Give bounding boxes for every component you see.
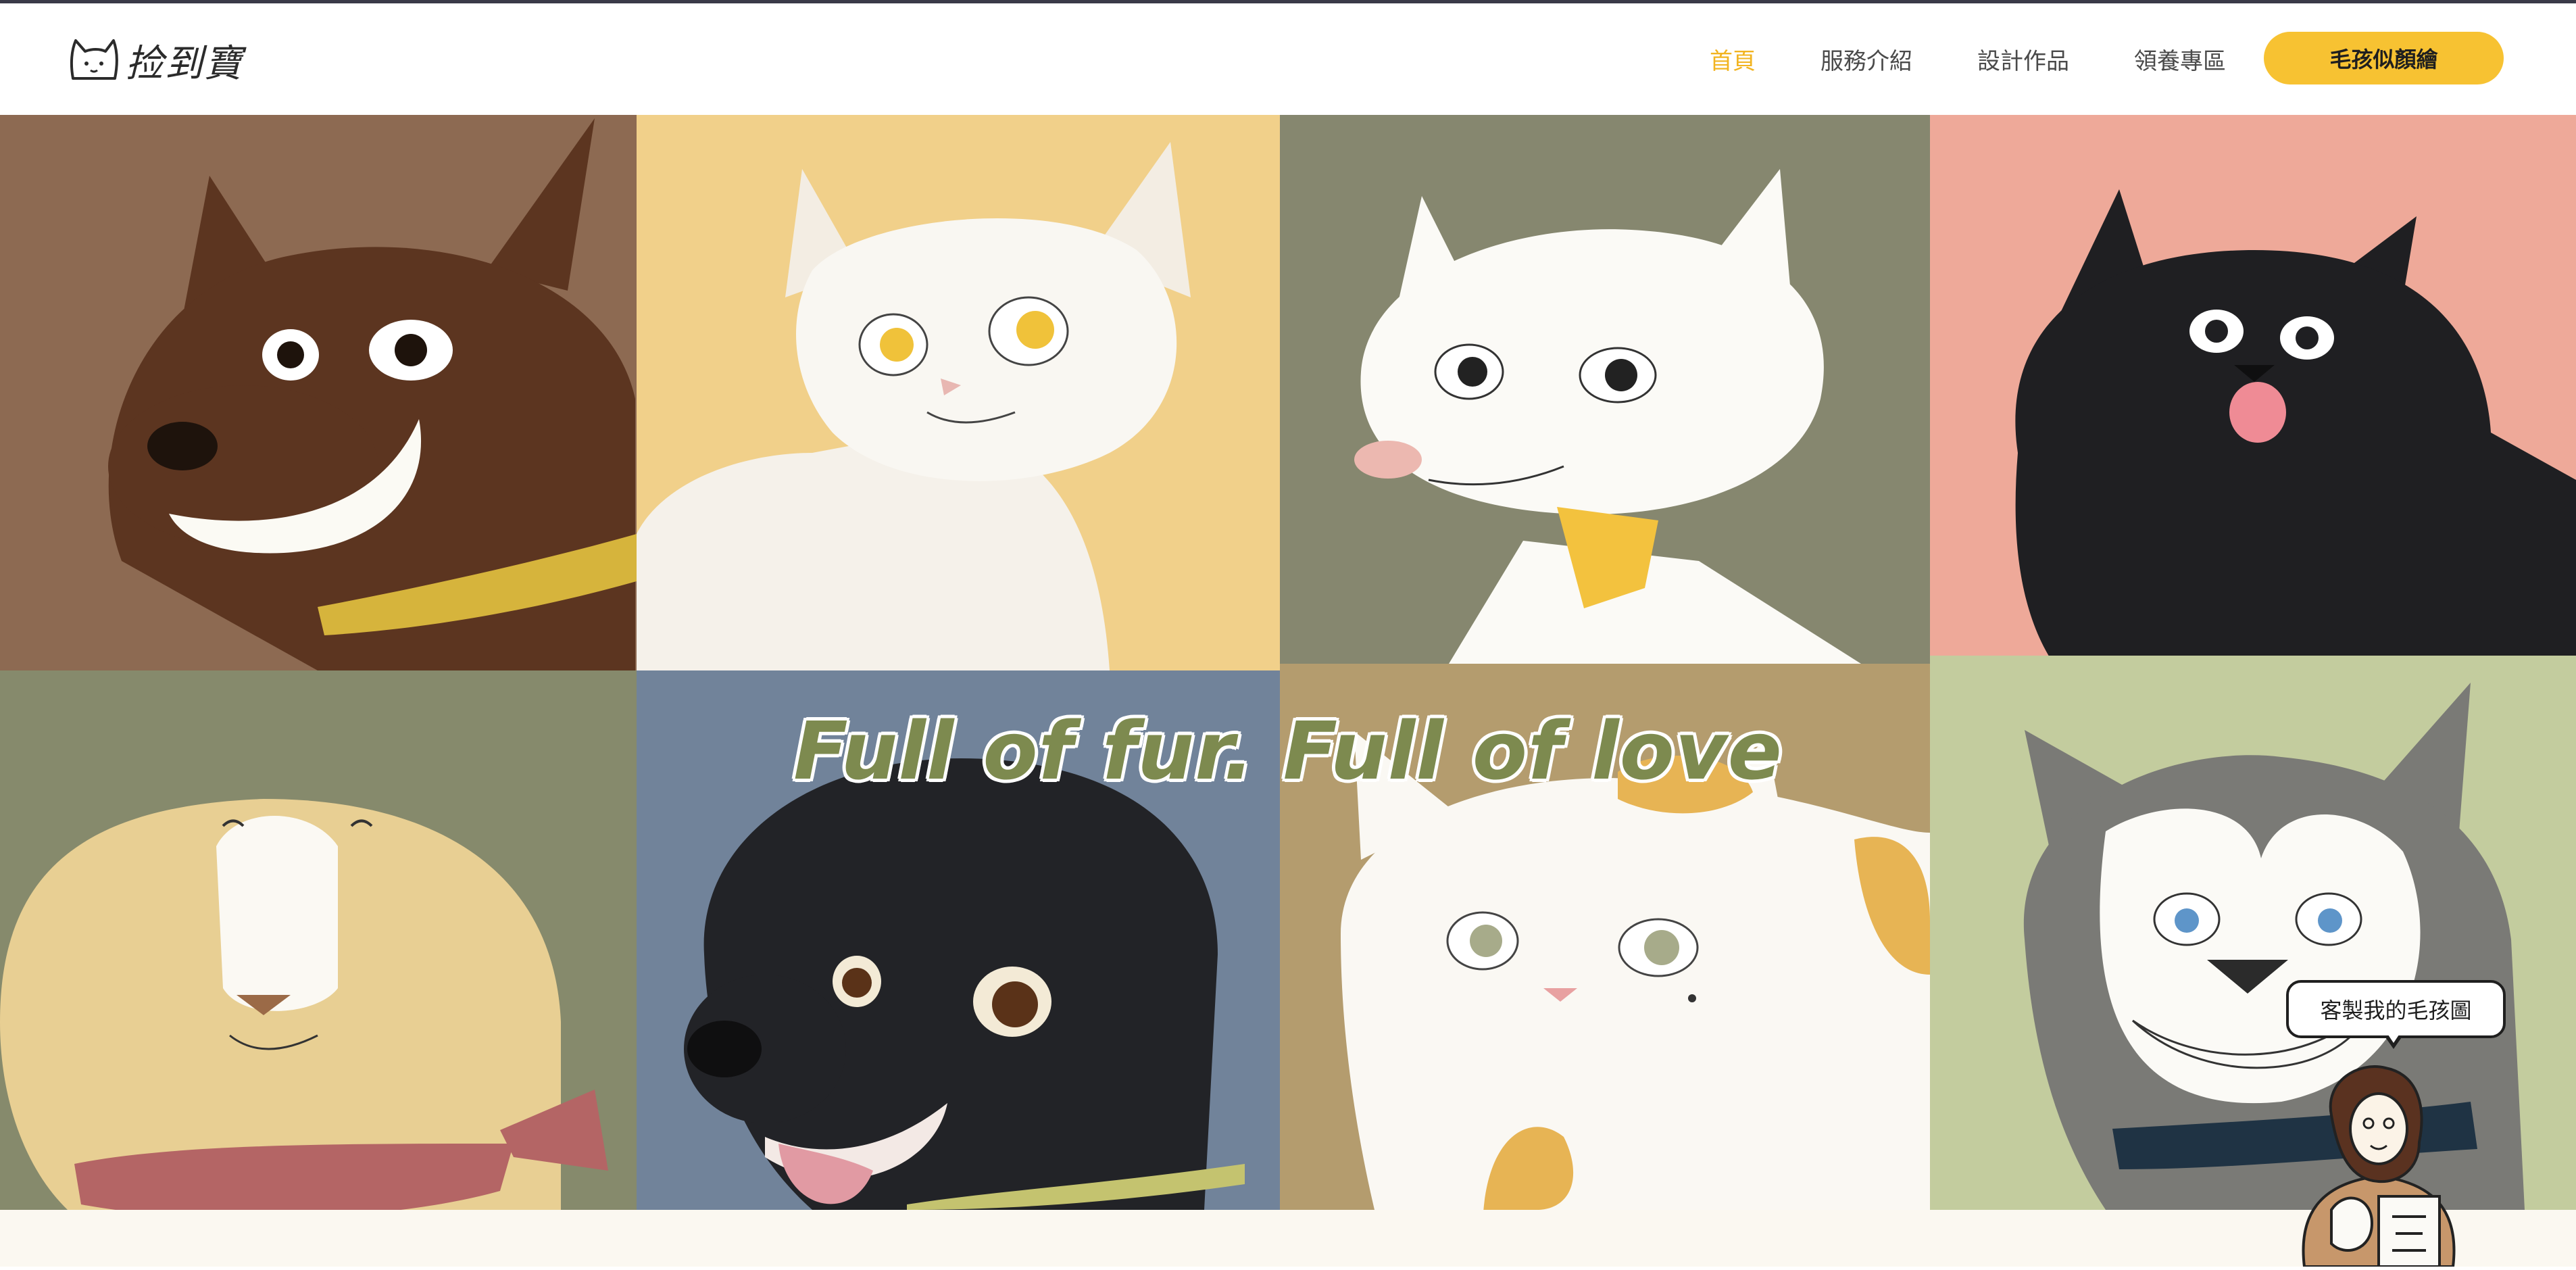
artist-avatar-icon [2302, 1065, 2456, 1268]
hero-tile-white-cat [637, 115, 1280, 670]
nav-item-services[interactable]: 服務介紹 [1820, 43, 1912, 76]
cat-face-logo-icon [70, 39, 118, 80]
site-logo[interactable]: 捡到寶 [68, 32, 243, 89]
black-dog-illustration [1930, 115, 2576, 670]
brown-dog-illustration [0, 115, 637, 670]
site-header: 捡到寶 首頁 服務介紹 設計作品 領養專區 毛孩似顏繪 [0, 3, 2576, 115]
pet-portrait-cta-button[interactable]: 毛孩似顏繪 [2264, 32, 2504, 84]
artist-avatar-button[interactable] [2284, 1054, 2473, 1268]
custom-portrait-chat-bubble[interactable]: 客製我的毛孩圖 [2286, 980, 2506, 1038]
hero-tagline: Full of fur. Full of love [793, 704, 1783, 798]
white-cat-illustration [637, 115, 1280, 670]
page-section-divider [0, 1210, 2576, 1267]
hero-banner: Full of fur. Full of love [0, 115, 2576, 1210]
main-nav: 首頁 服務介紹 設計作品 領養專區 [1710, 3, 2291, 115]
hero-tile-white-cat-collar [1280, 115, 1930, 664]
white-cat-collar-illustration [1280, 115, 1930, 664]
nav-item-home[interactable]: 首頁 [1710, 43, 1756, 76]
hero-tile-brown-dog [0, 115, 637, 670]
logo-text: 捡到寶 [126, 41, 243, 86]
hero-tile-black-dog [1930, 115, 2576, 670]
nav-item-adoption[interactable]: 領養專區 [2134, 43, 2226, 76]
nav-item-portfolio[interactable]: 設計作品 [1977, 43, 2069, 76]
chat-bubble-tail [2384, 1033, 2403, 1049]
